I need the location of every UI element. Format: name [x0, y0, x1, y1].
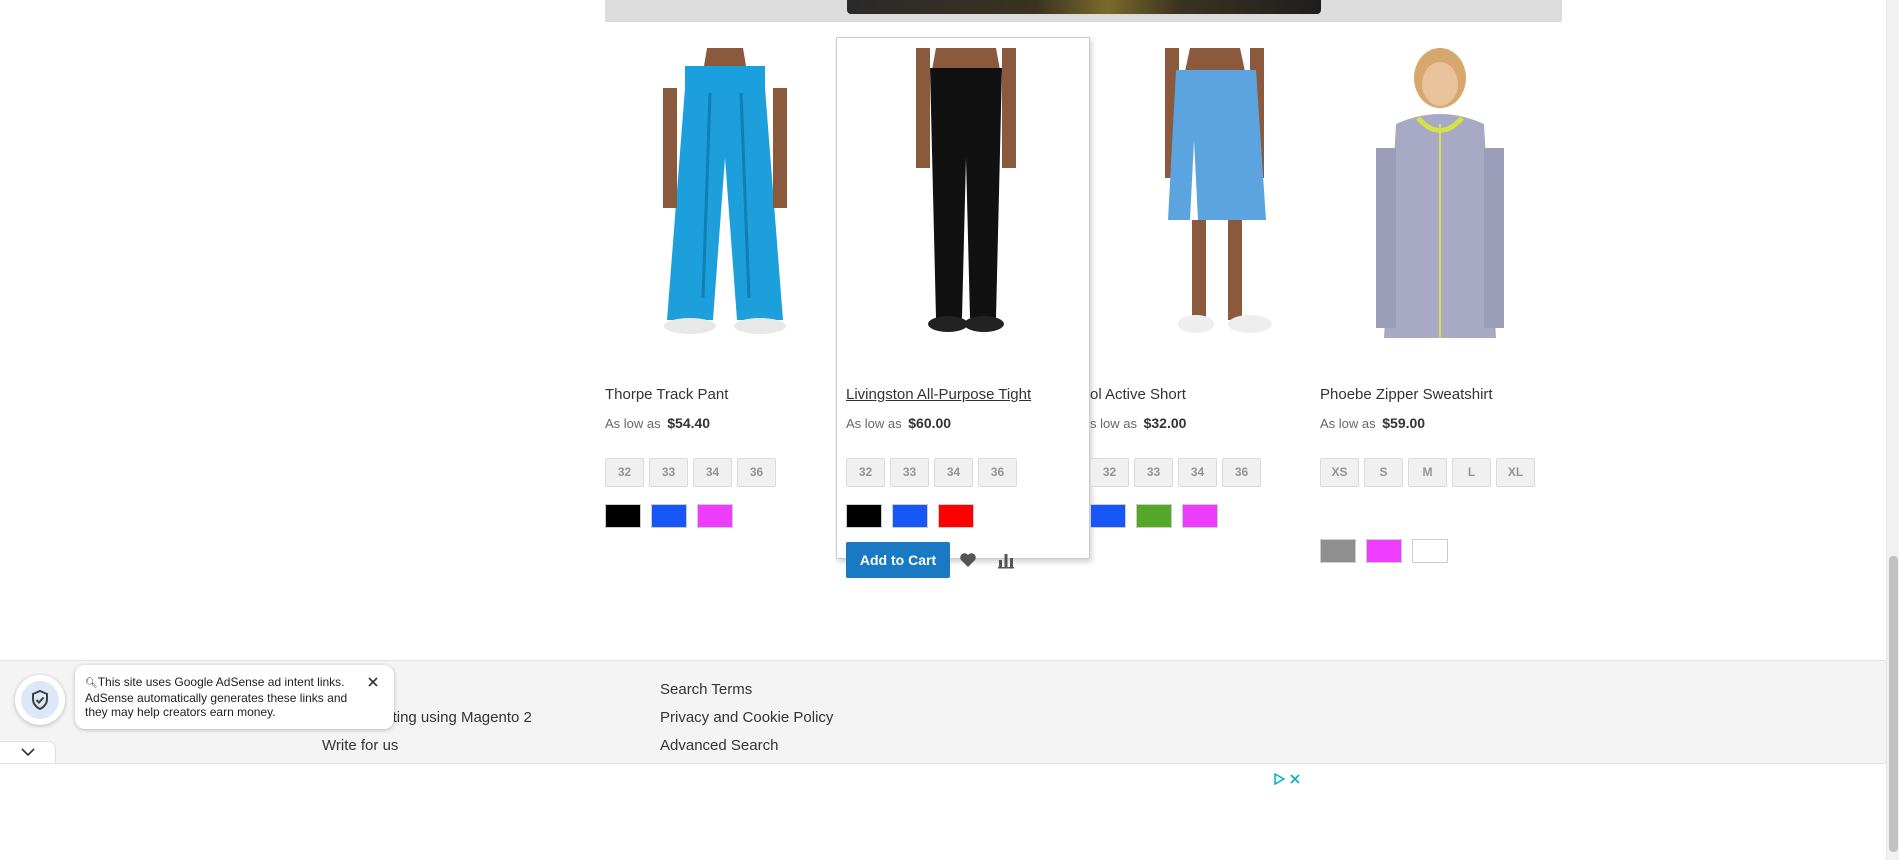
color-swatch[interactable]	[651, 504, 687, 528]
color-swatches	[1320, 539, 1458, 563]
color-swatches	[846, 504, 984, 528]
color-swatch[interactable]	[1090, 504, 1126, 528]
size-option[interactable]: S	[1364, 458, 1403, 487]
ad-notice-bubble: 🔍︎This site uses Google AdSense ad inten…	[75, 665, 394, 729]
size-option[interactable]: 36	[1222, 458, 1261, 487]
color-swatch[interactable]	[1136, 504, 1172, 528]
size-option[interactable]: 34	[1178, 458, 1217, 487]
size-options: 32 33 34 36	[846, 458, 1086, 493]
page-scrollbar[interactable]	[1886, 0, 1899, 860]
close-icon[interactable]	[1289, 772, 1301, 790]
size-option[interactable]: 33	[649, 458, 688, 487]
size-option[interactable]: 36	[978, 458, 1017, 487]
size-option[interactable]: L	[1452, 458, 1491, 487]
product-name[interactable]: Phoebe Zipper Sweatshirt	[1320, 386, 1493, 403]
product-image[interactable]	[1320, 48, 1560, 338]
product-image[interactable]	[605, 48, 845, 338]
size-option[interactable]: M	[1408, 458, 1447, 487]
footer-link-advanced-search[interactable]: Advanced Search	[660, 737, 778, 754]
price-prefix: As low as	[1320, 416, 1376, 431]
bar-chart-icon[interactable]	[996, 550, 1016, 570]
price-prefix: As low as	[605, 416, 661, 431]
size-option[interactable]: 33	[890, 458, 929, 487]
price-prefix: As low as	[846, 416, 902, 431]
footer-link-privacy[interactable]: Privacy and Cookie Policy	[660, 709, 833, 726]
shield-check-icon	[21, 681, 59, 719]
adchoices-controls	[1273, 772, 1301, 790]
search-icon: 🔍︎	[85, 678, 98, 689]
color-swatch[interactable]	[697, 504, 733, 528]
color-swatch[interactable]	[892, 504, 928, 528]
adchoices-icon[interactable]	[1273, 772, 1286, 790]
top-banner	[605, 0, 1562, 22]
size-options: XS S M L XL	[1320, 458, 1560, 493]
size-option[interactable]: XL	[1496, 458, 1535, 487]
size-option[interactable]: 32	[846, 458, 885, 487]
chevron-down-icon	[20, 744, 36, 762]
product-name[interactable]: ol Active Short	[1090, 386, 1186, 403]
color-swatch[interactable]	[605, 504, 641, 528]
color-swatch[interactable]	[1412, 539, 1448, 563]
size-option[interactable]: 33	[1134, 458, 1173, 487]
color-swatches	[1090, 504, 1228, 528]
size-options: 32 33 34 36	[605, 458, 845, 493]
size-option[interactable]: XS	[1320, 458, 1359, 487]
product-image[interactable]	[846, 48, 1086, 338]
anchor-ad	[0, 763, 1886, 860]
color-swatch[interactable]	[1182, 504, 1218, 528]
ad-notice-text: This site uses Google AdSense ad intent …	[85, 675, 348, 719]
color-swatch[interactable]	[1320, 539, 1356, 563]
product-image[interactable]	[1090, 48, 1330, 338]
add-to-cart-button[interactable]: Add to Cart	[846, 542, 950, 578]
color-swatch[interactable]	[938, 504, 974, 528]
color-swatch[interactable]	[1366, 539, 1402, 563]
product-price: As low as $54.40	[605, 415, 710, 431]
footer-link-search-terms[interactable]: Search Terms	[660, 681, 752, 698]
price-prefix: s low as	[1090, 416, 1137, 431]
size-options: 32 33 34 36	[1090, 458, 1330, 493]
color-swatch[interactable]	[846, 504, 882, 528]
footer-link[interactable]: Write for us	[322, 737, 398, 754]
size-option[interactable]: 32	[1090, 458, 1129, 487]
size-option[interactable]: 34	[693, 458, 732, 487]
size-option[interactable]: 32	[605, 458, 644, 487]
product-name[interactable]: Livingston All-Purpose Tight	[846, 386, 1031, 403]
scrollbar-thumb[interactable]	[1889, 556, 1898, 852]
product-price: As low as $60.00	[846, 415, 951, 431]
price-value: $32.00	[1143, 415, 1187, 431]
color-swatches	[605, 504, 743, 528]
price-value: $59.00	[1382, 415, 1426, 431]
ad-notice-shield[interactable]	[15, 675, 65, 725]
heart-icon[interactable]	[958, 550, 978, 570]
price-value: $60.00	[908, 415, 952, 431]
size-option[interactable]: 36	[737, 458, 776, 487]
banner-video[interactable]	[847, 0, 1321, 14]
size-option[interactable]: 34	[934, 458, 973, 487]
product-price: s low as $32.00	[1090, 415, 1186, 431]
ad-collapse-toggle[interactable]	[0, 741, 56, 765]
product-name[interactable]: Thorpe Track Pant	[605, 386, 728, 403]
product-price: As low as $59.00	[1320, 415, 1425, 431]
close-icon[interactable]	[366, 675, 380, 689]
price-value: $54.40	[667, 415, 711, 431]
